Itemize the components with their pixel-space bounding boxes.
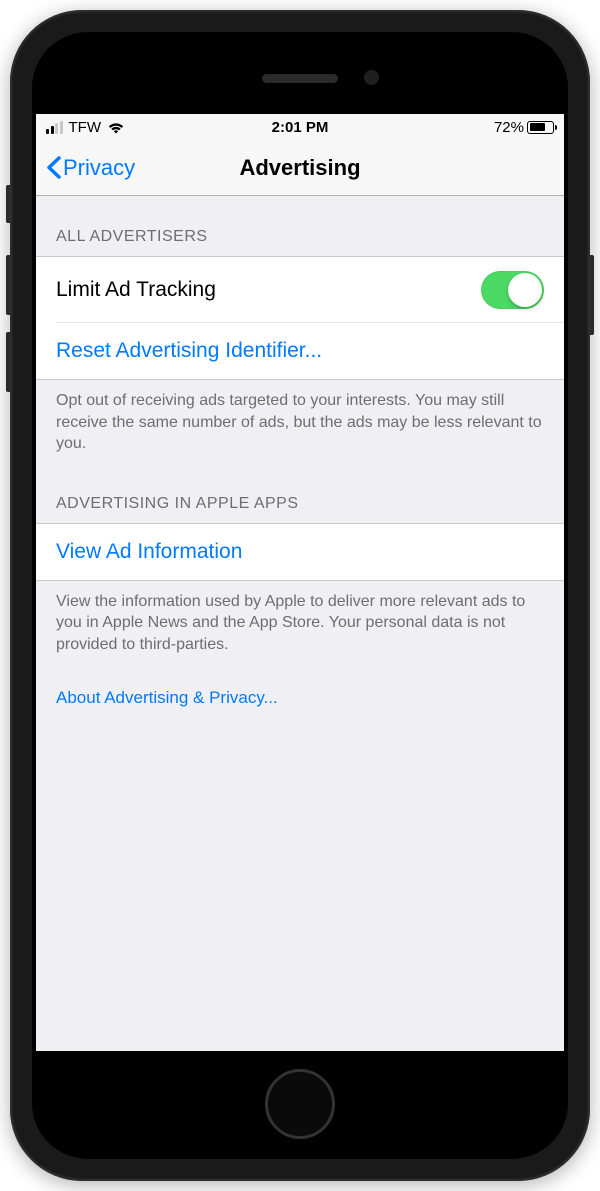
section-header-apple-apps: ADVERTISING IN APPLE APPS xyxy=(36,463,564,523)
page-title: Advertising xyxy=(239,155,360,181)
status-left: TFW xyxy=(46,119,125,136)
phone-frame: TFW 2:01 PM 72% xyxy=(10,10,590,1181)
chevron-left-icon xyxy=(46,156,61,179)
section-footer-all-advertisers: Opt out of receiving ads targeted to you… xyxy=(36,380,564,463)
status-right: 72% xyxy=(494,119,554,136)
navigation-bar: Privacy Advertising xyxy=(36,140,564,196)
home-button[interactable] xyxy=(265,1069,335,1139)
volume-down-button xyxy=(6,332,10,392)
volume-up-button xyxy=(6,255,10,315)
carrier-label: TFW xyxy=(69,119,101,136)
limit-ad-tracking-toggle[interactable] xyxy=(481,271,544,309)
screen: TFW 2:01 PM 72% xyxy=(36,114,564,1051)
content-area: ALL ADVERTISERS Limit Ad Tracking Reset … xyxy=(36,196,564,732)
mute-switch xyxy=(6,185,10,223)
reset-advertising-identifier-cell[interactable]: Reset Advertising Identifier... xyxy=(36,323,564,379)
power-button xyxy=(590,255,594,335)
battery-icon xyxy=(527,121,554,134)
view-ad-information-label: View Ad Information xyxy=(56,540,242,564)
section-footer-apple-apps: View the information used by Apple to de… xyxy=(36,581,564,664)
phone-bezel: TFW 2:01 PM 72% xyxy=(32,32,568,1159)
cell-group-apple-apps: View Ad Information xyxy=(36,523,564,581)
front-camera xyxy=(364,70,379,85)
back-label: Privacy xyxy=(63,155,135,181)
toggle-knob xyxy=(508,273,542,307)
cell-group-all-advertisers: Limit Ad Tracking Reset Advertising Iden… xyxy=(36,256,564,380)
wifi-icon xyxy=(107,121,125,134)
limit-ad-tracking-label: Limit Ad Tracking xyxy=(56,278,216,302)
view-ad-information-cell[interactable]: View Ad Information xyxy=(36,524,564,580)
reset-advertising-identifier-label: Reset Advertising Identifier... xyxy=(56,339,322,363)
about-advertising-privacy-link[interactable]: About Advertising & Privacy... xyxy=(36,664,564,732)
battery-percent: 72% xyxy=(494,119,524,136)
speaker-grille xyxy=(262,74,338,83)
section-header-all-advertisers: ALL ADVERTISERS xyxy=(36,196,564,256)
back-button[interactable]: Privacy xyxy=(46,155,135,181)
status-bar: TFW 2:01 PM 72% xyxy=(36,114,564,140)
limit-ad-tracking-cell[interactable]: Limit Ad Tracking xyxy=(36,257,564,323)
status-time: 2:01 PM xyxy=(272,119,329,136)
signal-strength-icon xyxy=(46,121,63,134)
